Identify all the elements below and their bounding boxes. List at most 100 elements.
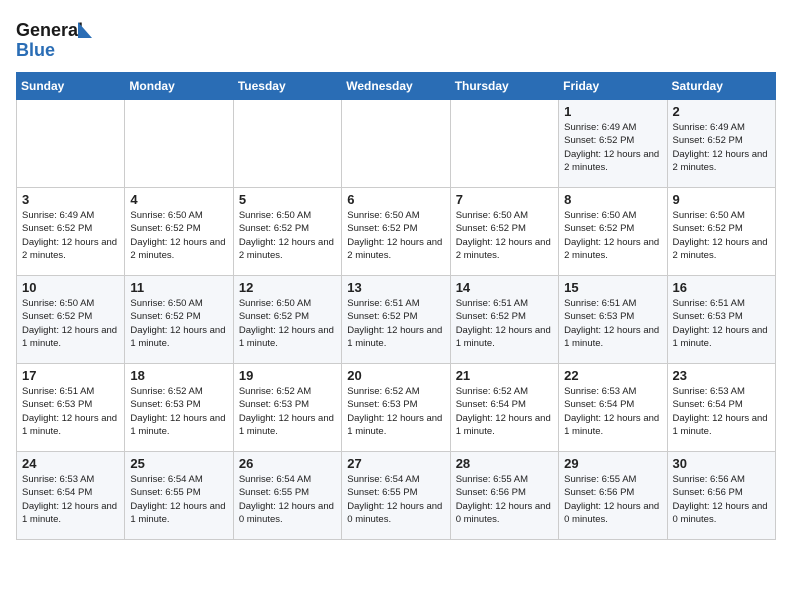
calendar-cell: 25Sunrise: 6:54 AM Sunset: 6:55 PM Dayli… bbox=[125, 452, 233, 540]
weekday-header: Saturday bbox=[667, 73, 775, 100]
calendar-cell: 24 Sunrise: 6:53 AM Sunset: 6:54 PM Dayli… bbox=[17, 452, 125, 540]
calendar-cell: 18 Sunrise: 6:52 AM Sunset: 6:53 PM Dayli… bbox=[125, 364, 233, 452]
cell-info: Sunrise: 6:51 AM Sunset: 6:53 PM Dayligh… bbox=[564, 297, 661, 350]
day-number: 8 bbox=[564, 192, 661, 207]
cell-info: Sunrise: 6:53 AM Sunset: 6:54 PM Dayligh… bbox=[22, 473, 119, 526]
logo-svg: GeneralBlue bbox=[16, 16, 96, 60]
cell-info: Sunrise: 6:51 AM Sunset: 6:53 PM Dayligh… bbox=[22, 385, 119, 438]
day-number: 26 bbox=[239, 456, 336, 471]
cell-info: Sunrise: 6:51 AM Sunset: 6:53 PM Dayligh… bbox=[673, 297, 770, 350]
cell-info: Sunrise: 6:50 AM Sunset: 6:52 PM Dayligh… bbox=[130, 209, 227, 262]
calendar-cell: 14 Sunrise: 6:51 AM Sunset: 6:52 PM Dayli… bbox=[450, 276, 558, 364]
calendar-cell: 21 Sunrise: 6:52 AM Sunset: 6:54 PM Dayli… bbox=[450, 364, 558, 452]
calendar-cell: 28 Sunrise: 6:55 AM Sunset: 6:56 PM Dayli… bbox=[450, 452, 558, 540]
calendar-cell: 3 Sunrise: 6:49 AM Sunset: 6:52 PM Daylig… bbox=[17, 188, 125, 276]
calendar-cell: 6 Sunrise: 6:50 AM Sunset: 6:52 PM Daylig… bbox=[342, 188, 450, 276]
cell-info: Sunrise: 6:50 AM Sunset: 6:52 PM Dayligh… bbox=[456, 209, 553, 262]
calendar-cell: 20 Sunrise: 6:52 AM Sunset: 6:53 PM Dayli… bbox=[342, 364, 450, 452]
cell-info: Sunrise: 6:55 AM Sunset: 6:56 PM Dayligh… bbox=[456, 473, 553, 526]
calendar-week-row: 24 Sunrise: 6:53 AM Sunset: 6:54 PM Dayli… bbox=[17, 452, 776, 540]
cell-info: Sunrise: 6:52 AM Sunset: 6:54 PM Dayligh… bbox=[456, 385, 553, 438]
svg-text:General: General bbox=[16, 20, 83, 40]
cell-info: Sunrise: 6:50 AM Sunset: 6:52 PM Dayligh… bbox=[564, 209, 661, 262]
calendar-cell bbox=[17, 100, 125, 188]
calendar-cell: 13Sunrise: 6:51 AM Sunset: 6:52 PM Dayli… bbox=[342, 276, 450, 364]
calendar-cell: 26 Sunrise: 6:54 AM Sunset: 6:55 PM Dayli… bbox=[233, 452, 341, 540]
calendar-cell: 23 Sunrise: 6:53 AM Sunset: 6:54 PM Dayli… bbox=[667, 364, 775, 452]
day-number: 19 bbox=[239, 368, 336, 383]
day-number: 4 bbox=[130, 192, 227, 207]
day-number: 5 bbox=[239, 192, 336, 207]
calendar-cell bbox=[342, 100, 450, 188]
calendar-cell: 4 Sunrise: 6:50 AM Sunset: 6:52 PM Daylig… bbox=[125, 188, 233, 276]
svg-text:Blue: Blue bbox=[16, 40, 55, 60]
cell-info: Sunrise: 6:52 AM Sunset: 6:53 PM Dayligh… bbox=[239, 385, 336, 438]
day-number: 7 bbox=[456, 192, 553, 207]
day-number: 27 bbox=[347, 456, 444, 471]
cell-info: Sunrise: 6:51 AM Sunset: 6:52 PM Dayligh… bbox=[456, 297, 553, 350]
weekday-header: Sunday bbox=[17, 73, 125, 100]
logo: GeneralBlue bbox=[16, 16, 96, 60]
cell-info: Sunrise: 6:49 AM Sunset: 6:52 PM Dayligh… bbox=[673, 121, 770, 174]
calendar-week-row: 1 Sunrise: 6:49 AM Sunset: 6:52 PM Daylig… bbox=[17, 100, 776, 188]
calendar-cell: 2 Sunrise: 6:49 AM Sunset: 6:52 PM Daylig… bbox=[667, 100, 775, 188]
calendar-cell: 30 Sunrise: 6:56 AM Sunset: 6:56 PM Dayli… bbox=[667, 452, 775, 540]
day-number: 30 bbox=[673, 456, 770, 471]
cell-info: Sunrise: 6:49 AM Sunset: 6:52 PM Dayligh… bbox=[22, 209, 119, 262]
day-number: 6 bbox=[347, 192, 444, 207]
weekday-header-row: SundayMondayTuesdayWednesdayThursdayFrid… bbox=[17, 73, 776, 100]
day-number: 17 bbox=[22, 368, 119, 383]
page-header: GeneralBlue bbox=[16, 16, 776, 60]
calendar-cell bbox=[450, 100, 558, 188]
day-number: 11 bbox=[130, 280, 227, 295]
cell-info: Sunrise: 6:51 AM Sunset: 6:52 PM Dayligh… bbox=[347, 297, 444, 350]
cell-info: Sunrise: 6:53 AM Sunset: 6:54 PM Dayligh… bbox=[564, 385, 661, 438]
weekday-header: Tuesday bbox=[233, 73, 341, 100]
cell-info: Sunrise: 6:50 AM Sunset: 6:52 PM Dayligh… bbox=[22, 297, 119, 350]
day-number: 29 bbox=[564, 456, 661, 471]
day-number: 12 bbox=[239, 280, 336, 295]
day-number: 28 bbox=[456, 456, 553, 471]
cell-info: Sunrise: 6:54 AM Sunset: 6:55 PM Dayligh… bbox=[239, 473, 336, 526]
calendar-cell: 7 Sunrise: 6:50 AM Sunset: 6:52 PM Daylig… bbox=[450, 188, 558, 276]
weekday-header: Thursday bbox=[450, 73, 558, 100]
day-number: 24 bbox=[22, 456, 119, 471]
cell-info: Sunrise: 6:50 AM Sunset: 6:52 PM Dayligh… bbox=[239, 209, 336, 262]
calendar-cell: 17 Sunrise: 6:51 AM Sunset: 6:53 PM Dayli… bbox=[17, 364, 125, 452]
day-number: 14 bbox=[456, 280, 553, 295]
weekday-header: Wednesday bbox=[342, 73, 450, 100]
cell-info: Sunrise: 6:54 AM Sunset: 6:55 PM Dayligh… bbox=[347, 473, 444, 526]
calendar-cell: 8 Sunrise: 6:50 AM Sunset: 6:52 PM Daylig… bbox=[559, 188, 667, 276]
calendar-cell: 5 Sunrise: 6:50 AM Sunset: 6:52 PM Daylig… bbox=[233, 188, 341, 276]
cell-info: Sunrise: 6:56 AM Sunset: 6:56 PM Dayligh… bbox=[673, 473, 770, 526]
day-number: 2 bbox=[673, 104, 770, 119]
calendar-cell: 15 Sunrise: 6:51 AM Sunset: 6:53 PM Dayli… bbox=[559, 276, 667, 364]
calendar-week-row: 17 Sunrise: 6:51 AM Sunset: 6:53 PM Dayli… bbox=[17, 364, 776, 452]
cell-info: Sunrise: 6:50 AM Sunset: 6:52 PM Dayligh… bbox=[347, 209, 444, 262]
day-number: 15 bbox=[564, 280, 661, 295]
day-number: 10 bbox=[22, 280, 119, 295]
day-number: 20 bbox=[347, 368, 444, 383]
calendar-cell: 1 Sunrise: 6:49 AM Sunset: 6:52 PM Daylig… bbox=[559, 100, 667, 188]
calendar-cell bbox=[125, 100, 233, 188]
day-number: 9 bbox=[673, 192, 770, 207]
cell-info: Sunrise: 6:53 AM Sunset: 6:54 PM Dayligh… bbox=[673, 385, 770, 438]
day-number: 1 bbox=[564, 104, 661, 119]
day-number: 18 bbox=[130, 368, 227, 383]
calendar-cell: 16Sunrise: 6:51 AM Sunset: 6:53 PM Dayli… bbox=[667, 276, 775, 364]
day-number: 23 bbox=[673, 368, 770, 383]
calendar-table: SundayMondayTuesdayWednesdayThursdayFrid… bbox=[16, 72, 776, 540]
calendar-cell bbox=[233, 100, 341, 188]
cell-info: Sunrise: 6:49 AM Sunset: 6:52 PM Dayligh… bbox=[564, 121, 661, 174]
cell-info: Sunrise: 6:50 AM Sunset: 6:52 PM Dayligh… bbox=[239, 297, 336, 350]
cell-info: Sunrise: 6:55 AM Sunset: 6:56 PM Dayligh… bbox=[564, 473, 661, 526]
cell-info: Sunrise: 6:52 AM Sunset: 6:53 PM Dayligh… bbox=[347, 385, 444, 438]
weekday-header: Friday bbox=[559, 73, 667, 100]
day-number: 3 bbox=[22, 192, 119, 207]
cell-info: Sunrise: 6:50 AM Sunset: 6:52 PM Dayligh… bbox=[673, 209, 770, 262]
cell-info: Sunrise: 6:52 AM Sunset: 6:53 PM Dayligh… bbox=[130, 385, 227, 438]
cell-info: Sunrise: 6:54 AM Sunset: 6:55 PM Dayligh… bbox=[130, 473, 227, 526]
day-number: 21 bbox=[456, 368, 553, 383]
cell-info: Sunrise: 6:50 AM Sunset: 6:52 PM Dayligh… bbox=[130, 297, 227, 350]
calendar-cell: 10 Sunrise: 6:50 AM Sunset: 6:52 PM Dayli… bbox=[17, 276, 125, 364]
